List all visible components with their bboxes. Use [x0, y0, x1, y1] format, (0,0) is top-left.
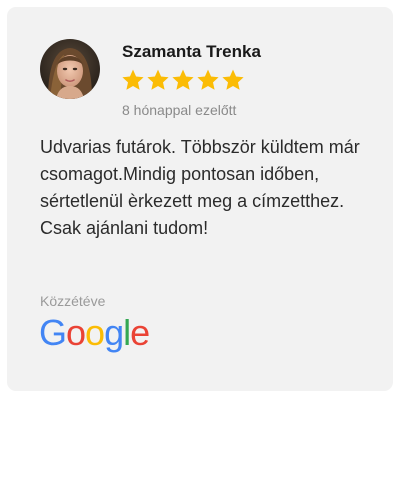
- star-rating: [121, 68, 245, 94]
- star-icon: [222, 69, 244, 90]
- posted-label: Közzétéve: [40, 293, 106, 309]
- review-time: 8 hónappal ezelőtt: [122, 102, 237, 118]
- avatar-photo: [40, 39, 100, 99]
- google-logo: Google: [39, 313, 150, 353]
- avatar: [40, 39, 100, 99]
- star-icon: [122, 69, 144, 90]
- svg-text:Google: Google: [39, 313, 149, 353]
- star-icon: [147, 69, 169, 90]
- reviewer-name: Szamanta Trenka: [122, 42, 261, 61]
- star-icon: [197, 69, 219, 90]
- review-text: Udvarias futárok. Többször küldtem már c…: [40, 137, 360, 238]
- review-card: Szamanta Trenka 8 hónappal ezelőtt Udvar…: [7, 7, 393, 391]
- star-icon: [172, 69, 194, 90]
